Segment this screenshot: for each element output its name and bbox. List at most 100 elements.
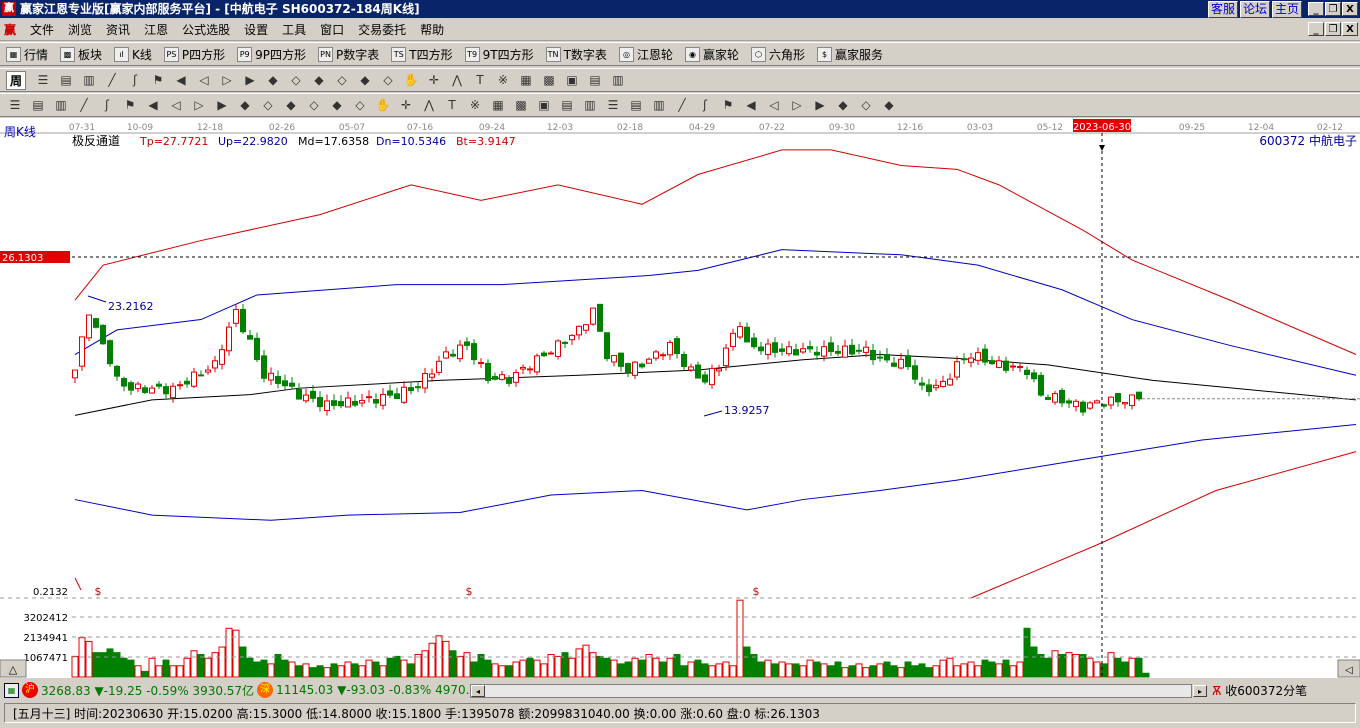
fib2-icon[interactable]: ▦ bbox=[489, 96, 507, 114]
toolbar-dollar[interactable]: $ 赢家服务 bbox=[816, 46, 883, 63]
menu-formula[interactable]: 公式选股 bbox=[182, 21, 230, 38]
next-icon[interactable]: ▷ bbox=[218, 71, 236, 89]
percent-icon[interactable]: ☰ bbox=[604, 96, 622, 114]
last-icon[interactable]: ▶ bbox=[241, 71, 259, 89]
fan2-icon[interactable]: ╱ bbox=[75, 96, 93, 114]
box-icon[interactable]: T bbox=[443, 96, 461, 114]
arc-icon[interactable]: ◀ bbox=[144, 96, 162, 114]
toolbar-tn[interactable]: TN T数字表 bbox=[545, 46, 607, 63]
angle-icon[interactable]: ◆ bbox=[236, 96, 254, 114]
diamond3-icon[interactable]: ◆ bbox=[310, 71, 328, 89]
restore-button[interactable]: ❐ bbox=[1325, 2, 1341, 16]
levels6-icon[interactable]: ◀ bbox=[742, 96, 760, 114]
diamond2-icon[interactable]: ◇ bbox=[287, 71, 305, 89]
indicator-icon[interactable]: ʃ bbox=[126, 71, 144, 89]
print-icon[interactable]: ▤ bbox=[586, 71, 604, 89]
toolbar-pn[interactable]: PN P数字表 bbox=[318, 46, 379, 63]
grid2-icon[interactable]: ▷ bbox=[190, 96, 208, 114]
truck-icon[interactable]: ▥ bbox=[609, 71, 627, 89]
pie-icon[interactable]: ◇ bbox=[857, 96, 875, 114]
levels9-icon[interactable]: ▶ bbox=[811, 96, 829, 114]
levels10-icon[interactable]: ◆ bbox=[834, 96, 852, 114]
flag-icon[interactable]: ⚑ bbox=[149, 71, 167, 89]
page2-icon[interactable]: ▥ bbox=[80, 71, 98, 89]
menu-browse[interactable]: 浏览 bbox=[68, 21, 92, 38]
spiral-icon[interactable]: ◆ bbox=[282, 96, 300, 114]
child-minimize-button[interactable]: _ bbox=[1308, 22, 1324, 36]
scroll-left-button[interactable]: ◂ bbox=[471, 685, 485, 697]
channel2-icon[interactable]: ✛ bbox=[397, 96, 415, 114]
zigzag-icon[interactable]: ⋀ bbox=[448, 71, 466, 89]
fan4-icon[interactable]: ⚑ bbox=[121, 96, 139, 114]
levels8-icon[interactable]: ▷ bbox=[788, 96, 806, 114]
cycle2-icon[interactable]: ◇ bbox=[351, 96, 369, 114]
child-restore-button[interactable]: ❐ bbox=[1325, 22, 1341, 36]
menu-window[interactable]: 窗口 bbox=[320, 21, 344, 38]
diamond5-icon[interactable]: ◆ bbox=[356, 71, 374, 89]
page-icon[interactable]: ▤ bbox=[57, 71, 75, 89]
toolbar-sector[interactable]: ▩ 板块 bbox=[60, 46, 102, 63]
diamond-icon[interactable]: ◆ bbox=[264, 71, 282, 89]
hand-icon[interactable]: ☰ bbox=[34, 71, 52, 89]
grid-icon[interactable]: ▩ bbox=[540, 71, 558, 89]
menu-trade[interactable]: 交易委托 bbox=[358, 21, 406, 38]
calc-icon[interactable]: ▦ bbox=[517, 71, 535, 89]
minimize-button[interactable]: _ bbox=[1308, 2, 1324, 16]
toolbar-ts[interactable]: TS T四方形 bbox=[391, 46, 453, 63]
horizontal-scrollbar[interactable]: ◂ ▸ bbox=[470, 684, 1207, 698]
levels-icon[interactable]: ▤ bbox=[627, 96, 645, 114]
fan3-icon[interactable]: ʃ bbox=[98, 96, 116, 114]
crosshair-icon[interactable]: ✛ bbox=[425, 71, 443, 89]
levels4-icon[interactable]: ʃ bbox=[696, 96, 714, 114]
menu-help[interactable]: 帮助 bbox=[420, 21, 444, 38]
chart-area[interactable]: 07-31 10-09 12-18 02-26 05-07 07-16 09-24 12-03… bbox=[0, 118, 1360, 678]
pattern-icon[interactable]: ※ bbox=[494, 71, 512, 89]
circle-icon[interactable]: ◁ bbox=[167, 96, 185, 114]
menu-gann[interactable]: 江恩 bbox=[144, 21, 168, 38]
levels3-icon[interactable]: ╱ bbox=[673, 96, 691, 114]
prev-icon[interactable]: ◁ bbox=[195, 71, 213, 89]
toolbar-gann-wheel[interactable]: ◎ 江恩轮 bbox=[618, 46, 673, 63]
t-icon[interactable]: T bbox=[471, 71, 489, 89]
kline-chart[interactable]: 07-31 10-09 12-18 02-26 05-07 07-16 09-24 12-03… bbox=[0, 118, 1360, 678]
fan-icon[interactable]: ▥ bbox=[52, 96, 70, 114]
link-home[interactable]: 主页 bbox=[1271, 1, 1302, 18]
toolbar-hexagon[interactable]: ⬡ 六角形 bbox=[750, 46, 805, 63]
fib3-icon[interactable]: ▩ bbox=[512, 96, 530, 114]
gann2-icon[interactable]: ▥ bbox=[581, 96, 599, 114]
toolbar-kline[interactable]: ıl K线 bbox=[114, 46, 152, 63]
menu-file[interactable]: 文件 bbox=[30, 21, 54, 38]
levels2-icon[interactable]: ▥ bbox=[650, 96, 668, 114]
link-forum[interactable]: 论坛 bbox=[1239, 1, 1270, 18]
toolbar-quote-table[interactable]: ▦ 行情 bbox=[6, 46, 48, 63]
menu-tools[interactable]: 工具 bbox=[282, 21, 306, 38]
square-icon[interactable]: ▶ bbox=[213, 96, 231, 114]
wave-icon[interactable]: ◆ bbox=[880, 96, 898, 114]
close-button[interactable]: X bbox=[1342, 2, 1358, 16]
toolbar-p9[interactable]: P9 9P四方形 bbox=[237, 46, 306, 63]
gann-icon[interactable]: ▤ bbox=[558, 96, 576, 114]
star-icon[interactable]: ◇ bbox=[259, 96, 277, 114]
toolbar-winner-wheel[interactable]: ◉ 赢家轮 bbox=[684, 46, 739, 63]
save-icon[interactable]: ▣ bbox=[563, 71, 581, 89]
first-icon[interactable]: ◀ bbox=[172, 71, 190, 89]
fib-icon[interactable]: ※ bbox=[466, 96, 484, 114]
levels7-icon[interactable]: ◁ bbox=[765, 96, 783, 114]
scroll-right-button[interactable]: ▸ bbox=[1193, 685, 1207, 697]
menu-news[interactable]: 资讯 bbox=[106, 21, 130, 38]
menu-settings[interactable]: 设置 bbox=[244, 21, 268, 38]
levels5-icon[interactable]: ⚑ bbox=[719, 96, 737, 114]
fib4-icon[interactable]: ▣ bbox=[535, 96, 553, 114]
bars-icon[interactable]: ▤ bbox=[29, 96, 47, 114]
diamond6-icon[interactable]: ◇ bbox=[379, 71, 397, 89]
tri-icon[interactable]: ◇ bbox=[305, 96, 323, 114]
toolbar-t9[interactable]: T9 9T四方形 bbox=[464, 46, 534, 63]
link-support[interactable]: 客服 bbox=[1207, 1, 1238, 18]
cycle-icon[interactable]: ◆ bbox=[328, 96, 346, 114]
period-select[interactable]: 周 bbox=[6, 70, 27, 90]
calculator-icon[interactable]: ▦ bbox=[4, 682, 19, 698]
hand-pan-icon[interactable]: ✋ bbox=[402, 71, 420, 89]
channel3-icon[interactable]: ⋀ bbox=[420, 96, 438, 114]
line-icon[interactable]: ╱ bbox=[103, 71, 121, 89]
channel-icon[interactable]: ✋ bbox=[374, 96, 392, 114]
